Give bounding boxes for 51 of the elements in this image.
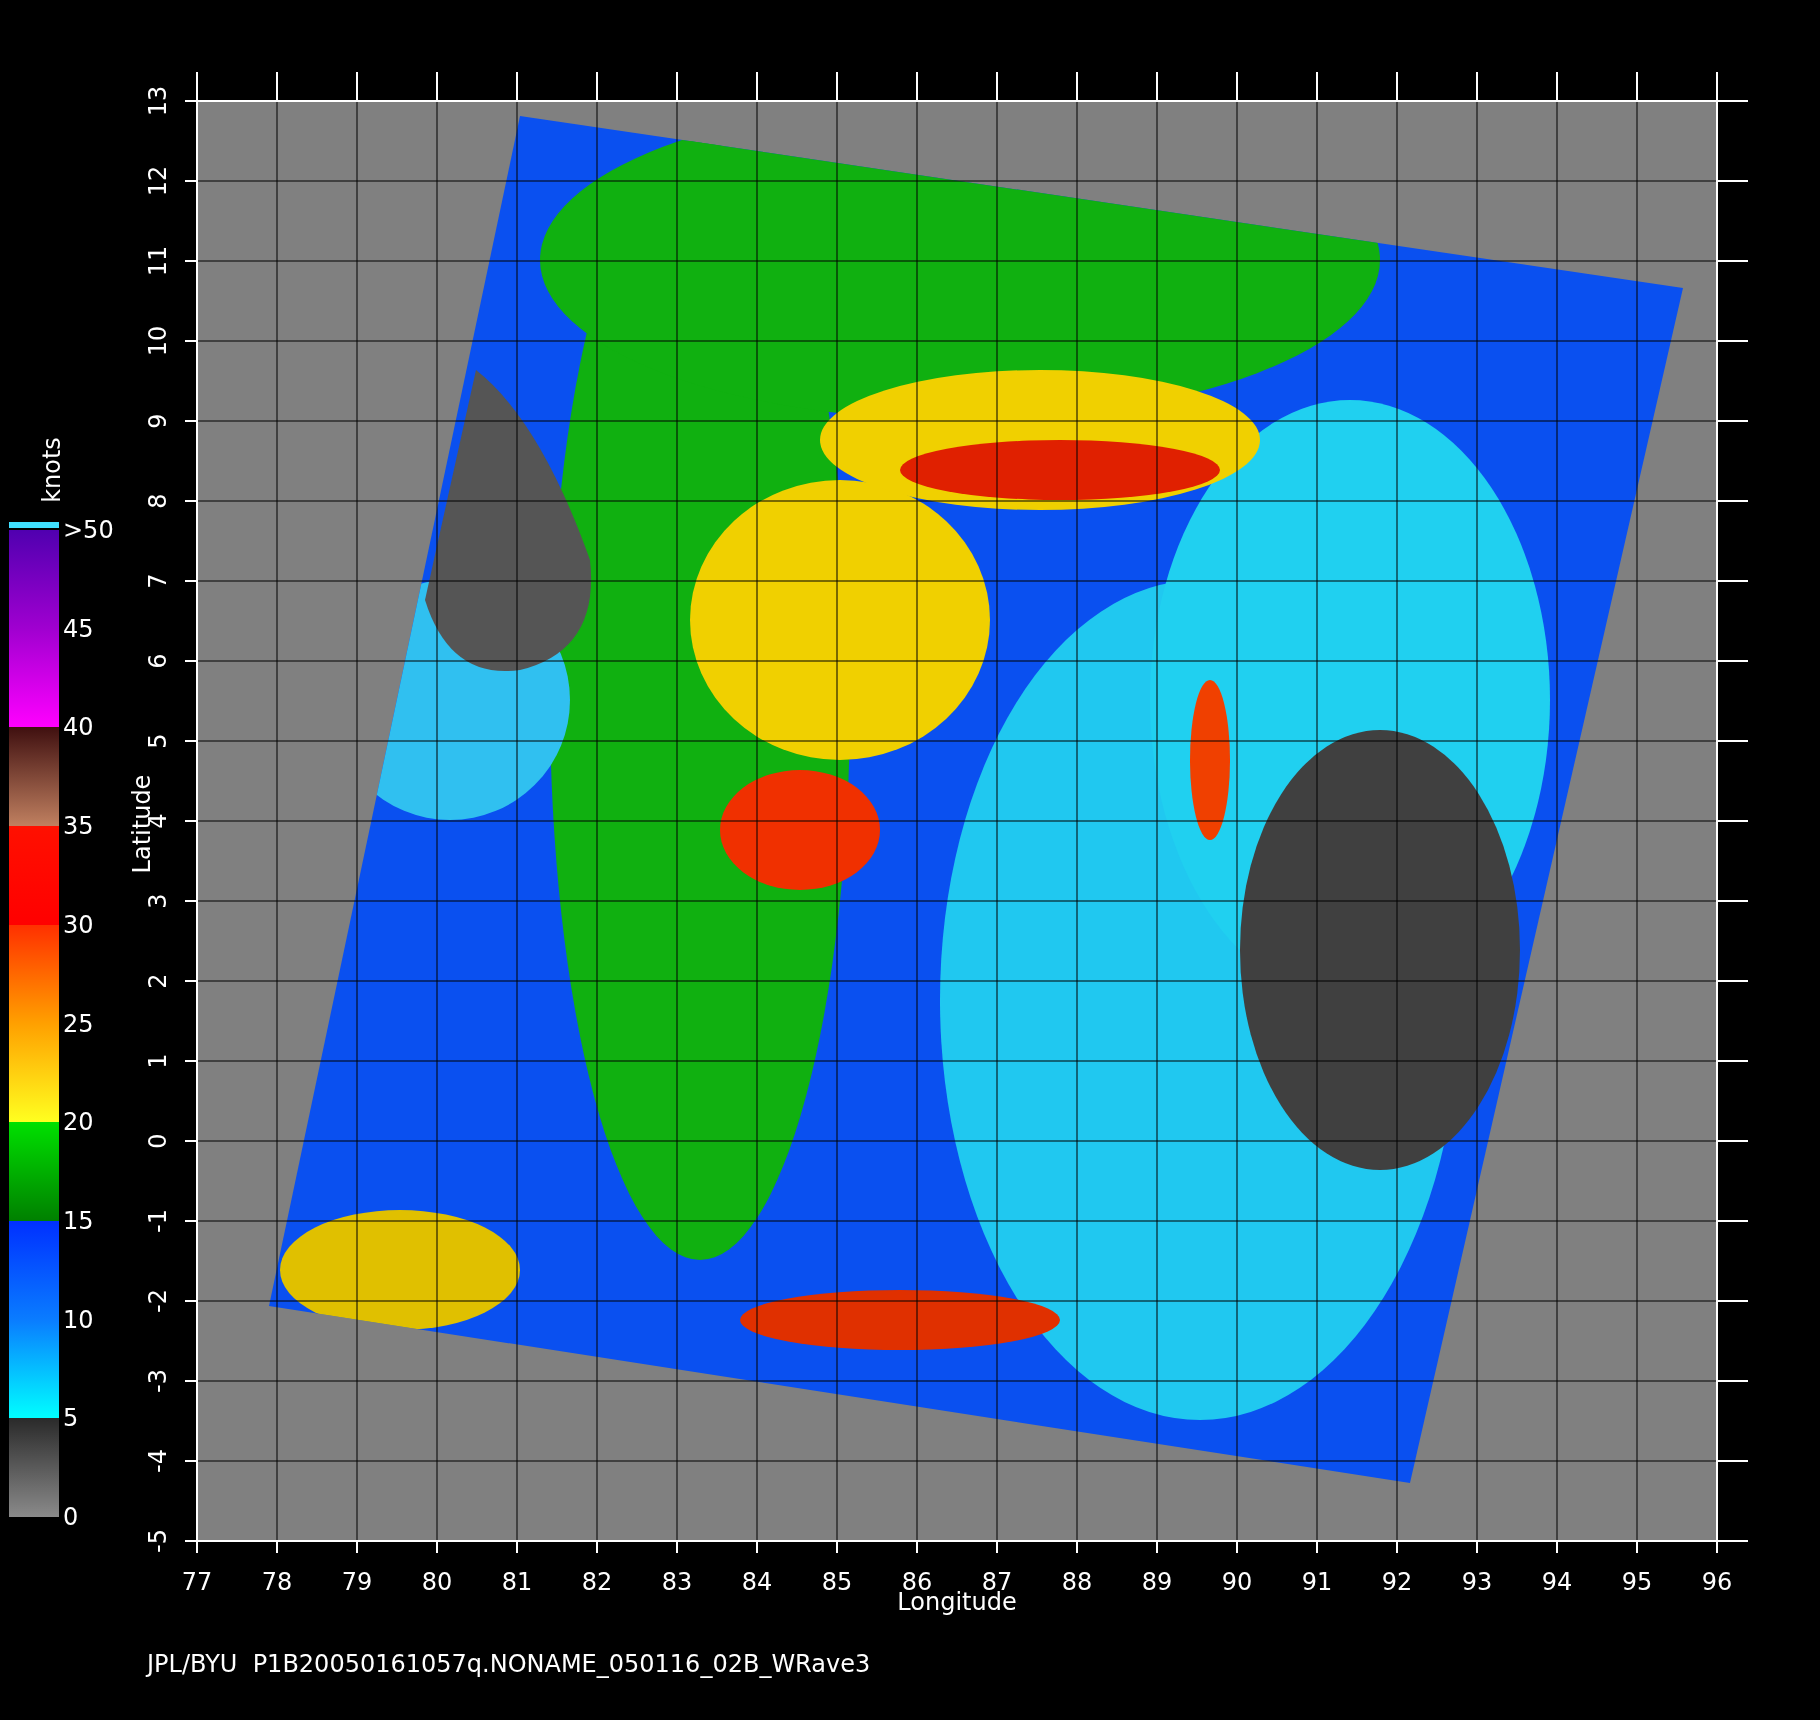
latitude-tick-label: 8: [144, 493, 172, 509]
longitude-tick-label: 77: [181, 1568, 213, 1596]
longitude-tick-label: 93: [1461, 1568, 1493, 1596]
colorbar-label: >50: [63, 516, 114, 544]
latitude-tick-label: 0: [144, 1133, 172, 1149]
longitude-tick-label: 91: [1301, 1568, 1333, 1596]
longitude-tick-label: 88: [1061, 1568, 1093, 1596]
latitude-tick-label: 5: [144, 733, 172, 749]
colorbar-label: 0: [63, 1503, 79, 1531]
latitude-tick-label: 11: [144, 245, 172, 277]
latitude-tick-label: 10: [144, 325, 172, 357]
colorbar-label: 35: [63, 812, 94, 841]
caption: JPL/BYU P1B20050161057q.NONAME_050116_02B_WRave3: [147, 1650, 871, 1678]
colorbar-label: 10: [63, 1305, 94, 1334]
colorbar-label: 20: [63, 1108, 94, 1137]
latitude-tick-label: 12: [144, 165, 172, 197]
latitude-tick-label: -4: [144, 1449, 172, 1473]
latitude-tick-label: 6: [144, 653, 172, 669]
colorbar-label: 15: [63, 1206, 94, 1235]
latitude-tick-label: -1: [144, 1209, 172, 1233]
latitude-tick-label: -2: [144, 1289, 172, 1313]
longitude-tick-label: 94: [1541, 1568, 1573, 1596]
colorbar-cap: [9, 522, 59, 528]
longitude-tick-label: 89: [1141, 1568, 1173, 1596]
colorbar-title: knots: [38, 437, 66, 503]
longitude-tick-label: 80: [421, 1568, 453, 1596]
longitude-tick-label: 81: [501, 1568, 533, 1596]
longitude-tick-label: 82: [581, 1568, 613, 1596]
longitude-tick-label: 84: [741, 1568, 773, 1596]
latitude-tick-label: 13: [144, 85, 172, 117]
latitude-tick-label: 2: [144, 973, 172, 989]
longitude-tick-label: 96: [1701, 1568, 1733, 1596]
colorbar-label: 30: [63, 910, 94, 939]
latitude-tick-label: 9: [144, 413, 172, 429]
longitude-tick-label: 95: [1621, 1568, 1653, 1596]
latitude-tick-label: 1: [144, 1053, 172, 1069]
latitude-tick-label: -3: [144, 1369, 172, 1393]
longitude-tick-label: 78: [261, 1568, 293, 1596]
colorbar-label: 5: [63, 1404, 79, 1433]
latitude-tick-label: 3: [144, 893, 172, 909]
longitude-tick-label: 83: [661, 1568, 693, 1596]
colorbar-label: 25: [63, 1009, 94, 1038]
latitude-tick-label: -5: [144, 1529, 172, 1553]
longitude-tick-label: 79: [341, 1568, 373, 1596]
longitude-tick-label: 90: [1221, 1568, 1253, 1596]
colorbar-label: 45: [63, 614, 94, 643]
colorbar-label: 40: [63, 713, 94, 742]
longitude-tick-label: 85: [821, 1568, 853, 1596]
longitude-tick-label: 92: [1381, 1568, 1413, 1596]
latitude-tick-label: 7: [144, 573, 172, 589]
longitude-tick-label: 86: [901, 1568, 933, 1596]
